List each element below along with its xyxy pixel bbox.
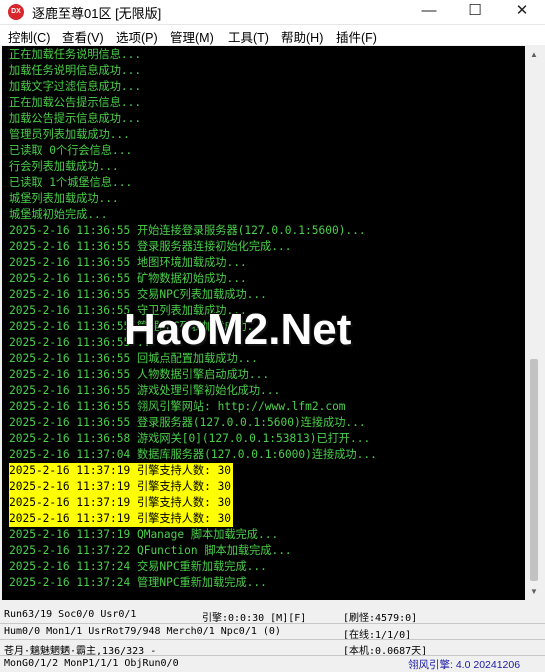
log-line-highlighted: 2025-2-16 11:37:19 引擎支持人数: 30 <box>9 495 234 511</box>
log-line: 2025-2-16 11:37:24 交易NPC重新加载完成... <box>9 560 267 573</box>
menu-view[interactable]: 查看(V) <box>62 27 104 46</box>
menu-bar: 控制(C) 查看(V) 选项(P) 管理(M) 工具(T) 帮助(H) 插件(F… <box>0 25 545 45</box>
vertical-scrollbar[interactable]: ▲ ▼ <box>525 46 543 600</box>
app-logo-icon: DX <box>8 4 24 20</box>
status-bar: Run63/19 Soc0/0 Usr0/1 引擎:0:0:30 [M][F] … <box>0 604 545 671</box>
status-refresh: [刷怪:4579:0] <box>343 613 418 624</box>
menu-control[interactable]: 控制(C) <box>8 27 50 46</box>
log-line-highlighted: 2025-2-16 11:37:19 引擎支持人数: 30 <box>9 479 234 495</box>
status-divider <box>0 623 545 624</box>
status-run: Run63/19 Soc0/0 Usr0/1 <box>4 609 137 620</box>
log-line: 加载任务说明信息成功... <box>9 64 142 77</box>
minimize-button[interactable]: — <box>406 0 452 24</box>
log-line: 加载文字过滤信息成功... <box>9 80 142 93</box>
status-divider <box>0 639 545 640</box>
scroll-thumb[interactable] <box>530 359 538 581</box>
log-line-highlighted: 2025-2-16 11:37:19 引擎支持人数: 30 <box>9 511 234 527</box>
status-mongo: MonG0/1/2 MonP1/1/1 ObjRun0/0 <box>4 658 179 669</box>
log-line: 已读取 0个行会信息... <box>9 144 133 157</box>
menu-help[interactable]: 帮助(H) <box>281 27 323 46</box>
status-hum: Hum0/0 Mon1/1 UsrRot79/948 Merch0/1 Npc0… <box>4 626 281 637</box>
menu-options[interactable]: 选项(P) <box>116 27 158 46</box>
log-line: 行会列表加载成功... <box>9 160 119 173</box>
status-divider <box>0 655 545 656</box>
title-bar: DX 逐鹿至尊01区 [无限版] — ☐ ✕ <box>0 0 545 25</box>
engine-version: 翎风引擎: 4.0 20241206 <box>408 659 521 671</box>
log-line: 2025-2-16 11:36:55 翎风引擎网站: http://www.lf… <box>9 400 346 413</box>
log-line: 2025-2-16 11:37:24 管理NPC重新加载完成... <box>9 576 267 589</box>
log-line: 2025-2-16 11:36:55 地图环境加载成功... <box>9 256 247 269</box>
window-title: 逐鹿至尊01区 [无限版] <box>32 6 162 21</box>
scroll-up-arrow-icon[interactable]: ▲ <box>525 46 543 63</box>
log-line: 正在加载任务说明信息... <box>9 48 142 61</box>
log-line: 2025-2-16 11:37:19 QManage 脚本加载完成... <box>9 528 279 541</box>
log-line: 城堡列表加载成功... <box>9 192 119 205</box>
menu-plugins[interactable]: 插件(F) <box>336 27 377 46</box>
status-engine: 引擎:0:0:30 [M][F] <box>202 613 307 624</box>
log-line: 2025-2-16 11:36:55 登录服务器连接初始化完成... <box>9 240 292 253</box>
log-line: 城堡城初始完成... <box>9 208 108 221</box>
log-line: 加载公告提示信息成功... <box>9 112 142 125</box>
log-line: 2025-2-16 11:36:55 开始连接登录服务器(127.0.0.1:5… <box>9 224 366 237</box>
log-line: 2025-2-16 11:36:55 游戏处理引擎初始化成功... <box>9 384 281 397</box>
log-line: 管理员列表加载成功... <box>9 128 130 141</box>
log-line: 2025-2-16 11:36:58 游戏网关[0](127.0.0.1:538… <box>9 432 371 445</box>
log-line: 已读取 1个城堡信息... <box>9 176 133 189</box>
log-line: 2025-2-16 11:36:55 人物数据引擎启动成功... <box>9 368 270 381</box>
log-line: 2025-2-16 11:36:55 矿物数据初始成功... <box>9 272 247 285</box>
log-line: 2025-2-16 11:36:55 登录服务器(127.0.0.1:5600)… <box>9 416 366 429</box>
log-line: 正在加载公告提示信息... <box>9 96 142 109</box>
log-line-highlighted: 2025-2-16 11:37:19 引擎支持人数: 30 <box>9 463 234 479</box>
maximize-button[interactable]: ☐ <box>452 0 498 24</box>
log-line: 2025-2-16 11:36:55 交易NPC列表加载成功... <box>9 288 267 301</box>
log-line: 2025-2-16 11:37:04 数据库服务器(127.0.0.1:6000… <box>9 448 377 461</box>
watermark-logo: HaoM2.Net <box>124 305 352 354</box>
close-button[interactable]: ✕ <box>499 0 545 24</box>
menu-tools[interactable]: 工具(T) <box>228 27 269 46</box>
scroll-down-arrow-icon[interactable]: ▼ <box>525 583 543 600</box>
log-line: 2025-2-16 11:37:22 QFunction 脚本加载完成... <box>9 544 292 557</box>
menu-manage[interactable]: 管理(M) <box>170 27 214 46</box>
